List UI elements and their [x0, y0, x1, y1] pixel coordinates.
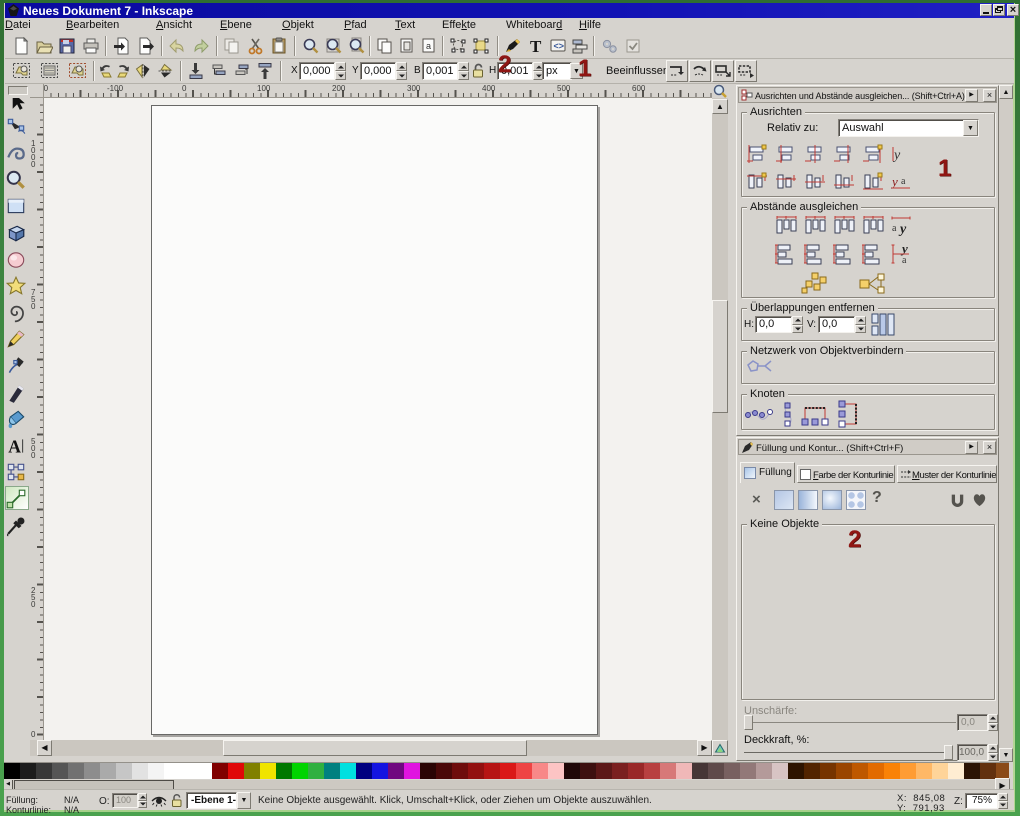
svg-text:T: T	[530, 37, 542, 55]
svg-text:<>: <>	[554, 41, 565, 51]
svg-text:A: A	[8, 437, 21, 457]
svg-text:a: a	[892, 223, 897, 234]
svg-text:a: a	[902, 255, 907, 265]
svg-text:a: a	[901, 176, 906, 187]
svg-text:y: y	[890, 174, 898, 189]
svg-text:y: y	[898, 222, 907, 237]
svg-text:a: a	[426, 41, 431, 51]
